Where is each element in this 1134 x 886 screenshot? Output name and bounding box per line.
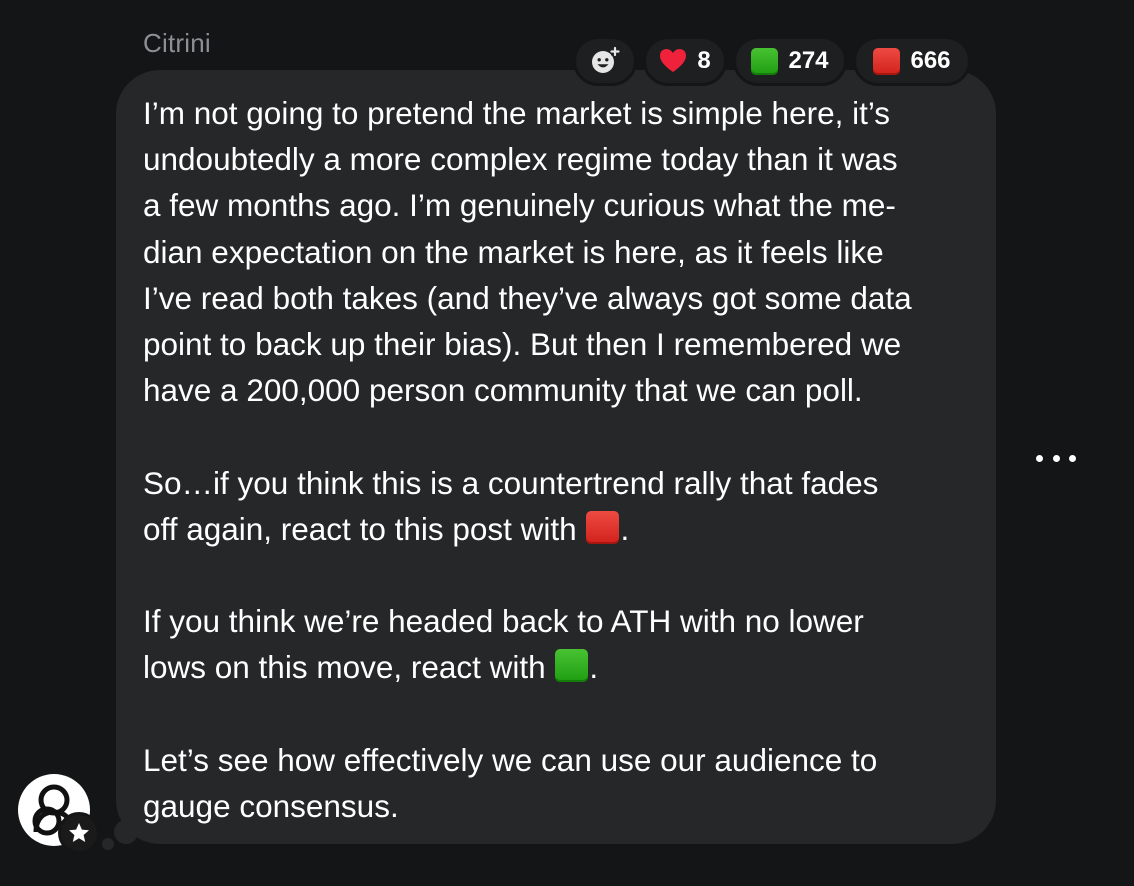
sender-name: Citrini bbox=[143, 28, 211, 58]
period: . bbox=[620, 510, 630, 547]
line: So…if you think this is a countertrend r… bbox=[143, 464, 879, 501]
message-text: I’m not going to pretend the market is s… bbox=[143, 90, 983, 829]
line: dian expectation on the market is here, … bbox=[143, 233, 884, 270]
green-square-count: 274 bbox=[788, 47, 829, 74]
add-reaction-button[interactable] bbox=[573, 36, 637, 86]
star-badge bbox=[58, 812, 100, 854]
line: I’ve read both takes (and they’ve always… bbox=[143, 279, 912, 316]
line: Let’s see how effectively we can use our… bbox=[143, 741, 878, 778]
paragraph-2: So…if you think this is a countertrend r… bbox=[143, 460, 983, 552]
line: point to back up their bias). But then I… bbox=[143, 326, 902, 363]
add-reaction-icon bbox=[592, 46, 620, 73]
paragraph-3: If you think we’re headed back to ATH wi… bbox=[143, 598, 983, 690]
green-square-emoji bbox=[555, 649, 589, 683]
more-dot bbox=[1052, 454, 1060, 462]
bubble-tail-dot bbox=[102, 838, 114, 850]
heart-icon bbox=[660, 49, 687, 72]
reaction-red-square[interactable]: 666 bbox=[853, 36, 971, 86]
paragraph-4: Let’s see how effectively we can use our… bbox=[143, 737, 983, 829]
line: gauge consensus. bbox=[143, 788, 399, 824]
star-badge-icon bbox=[69, 823, 89, 842]
line: I’m not going to pretend the market is s… bbox=[143, 95, 891, 131]
red-square-emoji bbox=[586, 510, 620, 544]
reaction-green-square[interactable]: 274 bbox=[733, 36, 847, 86]
line: off again, react to this post with bbox=[143, 510, 577, 547]
line: If you think we’re headed back to ATH wi… bbox=[143, 603, 864, 640]
more-dot bbox=[1036, 454, 1043, 462]
line: have a 200,000 person community that we … bbox=[143, 372, 863, 409]
bubble-tail-dot bbox=[114, 820, 138, 844]
more-dot bbox=[1069, 454, 1076, 462]
heart-count: 8 bbox=[697, 47, 711, 74]
line: a few months ago. I’m genuinely curious … bbox=[143, 187, 896, 224]
line: undoubtedly a more complex regime today … bbox=[143, 141, 898, 178]
line: lows on this move, react with bbox=[143, 649, 546, 686]
green-square-icon bbox=[751, 47, 779, 75]
period: . bbox=[589, 649, 599, 686]
red-square-icon bbox=[873, 47, 901, 75]
paragraph-1: I’m not going to pretend the market is s… bbox=[143, 90, 983, 413]
reaction-heart[interactable]: 8 bbox=[643, 36, 727, 86]
red-square-count: 666 bbox=[910, 47, 951, 74]
more-options-button[interactable] bbox=[1036, 448, 1076, 468]
